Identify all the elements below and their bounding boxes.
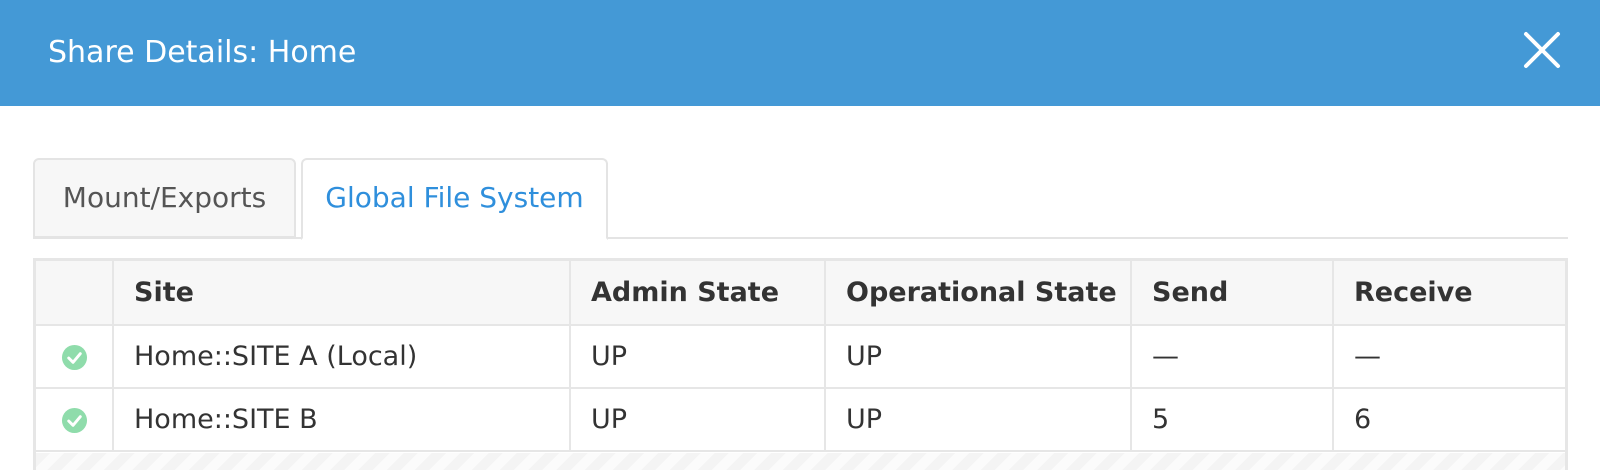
send-cell: 5 — [1130, 387, 1334, 452]
status-cell — [36, 387, 114, 452]
close-button[interactable] — [1522, 30, 1562, 70]
modal-header: Share Details: Home — [0, 0, 1600, 106]
table-row[interactable]: Home::SITE B UP UP 5 6 — [36, 387, 1565, 452]
close-icon[interactable] — [1522, 30, 1562, 70]
share-details-modal: Share Details: Home Mount/Exports Global… — [0, 0, 1600, 470]
tab-global-file-system[interactable]: Global File System — [301, 158, 608, 240]
modal-title: Share Details: Home — [48, 35, 357, 70]
sites-table: Site Admin State Operational State Send … — [33, 258, 1568, 470]
check-circle-icon — [61, 344, 87, 371]
operational-state-cell: UP — [824, 387, 1132, 452]
column-header-site[interactable]: Site — [112, 261, 571, 326]
column-header-send[interactable]: Send — [1130, 261, 1334, 326]
column-header-operational-state[interactable]: Operational State — [824, 261, 1132, 326]
site-cell: Home::SITE A (Local) — [112, 324, 571, 389]
site-cell: Home::SITE B — [112, 387, 571, 452]
table-footer-stripes — [36, 453, 1565, 470]
receive-cell: 6 — [1332, 387, 1565, 452]
column-header-admin-state[interactable]: Admin State — [569, 261, 826, 326]
check-circle-icon — [61, 407, 87, 434]
tab-bar: Mount/Exports Global File System — [33, 158, 1568, 240]
column-header-status — [36, 261, 114, 326]
operational-state-cell: UP — [824, 324, 1132, 389]
admin-state-cell: UP — [569, 324, 826, 389]
table-row[interactable]: Home::SITE A (Local) UP UP — — — [36, 324, 1565, 389]
admin-state-cell: UP — [569, 387, 826, 452]
tab-mount-exports[interactable]: Mount/Exports — [33, 158, 296, 238]
column-header-receive[interactable]: Receive — [1332, 261, 1565, 326]
send-cell: — — [1130, 324, 1334, 389]
status-cell — [36, 324, 114, 389]
receive-cell: — — [1332, 324, 1565, 389]
table-header-row: Site Admin State Operational State Send … — [36, 261, 1565, 326]
